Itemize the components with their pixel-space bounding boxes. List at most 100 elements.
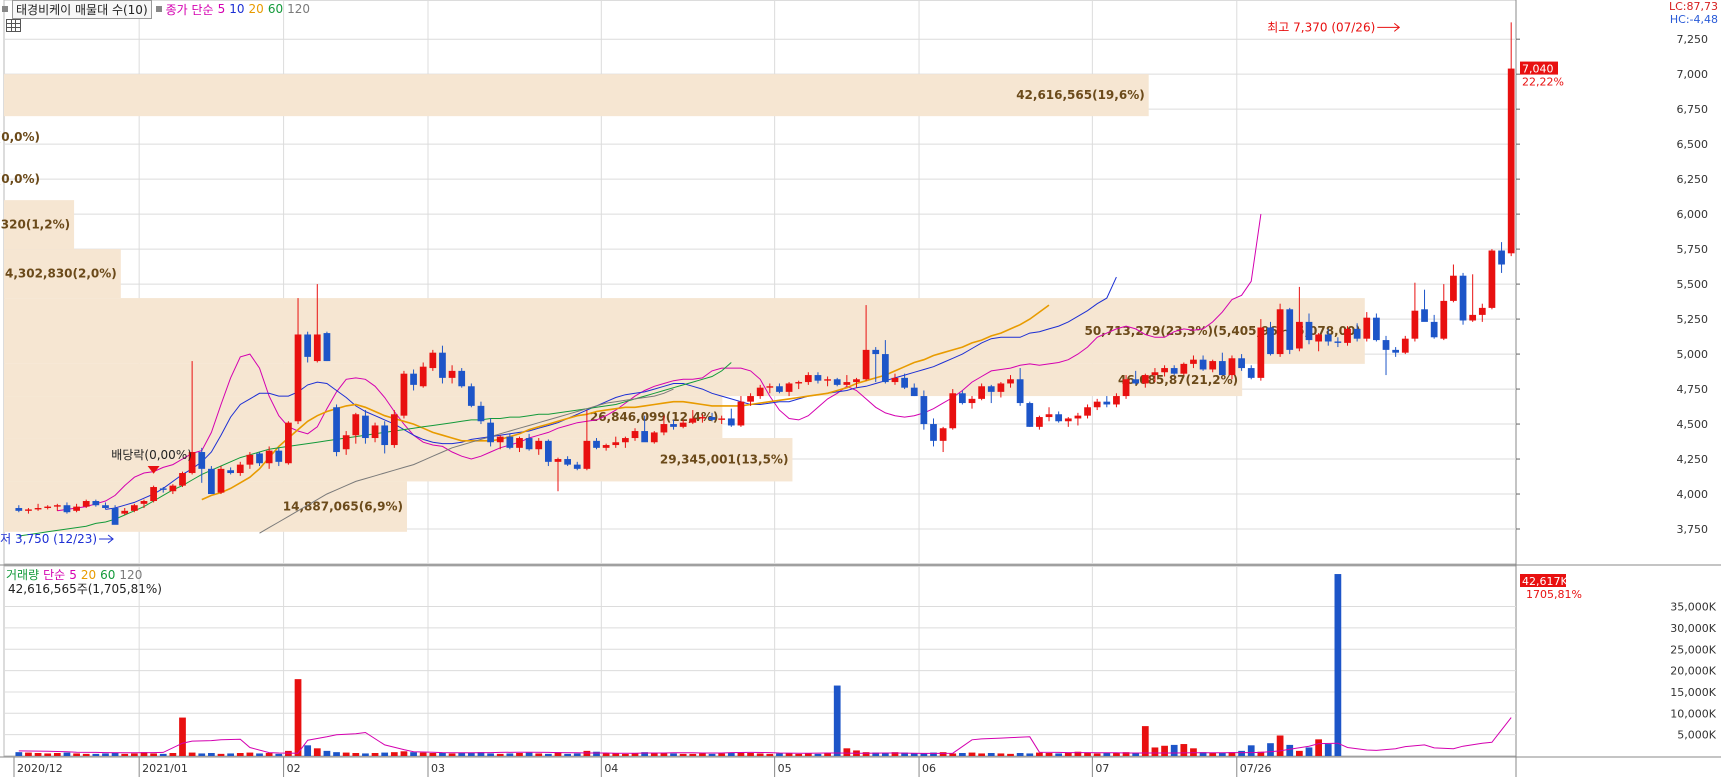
candle-body (824, 379, 831, 381)
table-view-icon[interactable] (6, 19, 21, 32)
candle-body (381, 425, 389, 446)
volume-bar (92, 753, 100, 756)
candle-body (121, 510, 129, 514)
price-tick-label: 3,750 (1677, 523, 1709, 536)
candle-body (34, 508, 42, 510)
volume-bar (612, 753, 620, 756)
volume-bar (737, 752, 745, 756)
time-tick-label: 07/26 (1240, 762, 1272, 775)
volume-bar (150, 753, 157, 756)
ma-period-60: 60 (267, 2, 284, 16)
volume-bar (15, 752, 23, 756)
volume-bar (73, 753, 80, 756)
candle-body (400, 373, 408, 416)
candle-body (525, 438, 533, 450)
volume-bar (34, 753, 42, 756)
candle-body (333, 407, 340, 453)
last-price-label: 7,040 (1522, 63, 1554, 76)
time-tick-label: 04 (604, 762, 618, 775)
volume-bar (1026, 753, 1034, 756)
volume-bar (747, 753, 754, 756)
volume-bar (304, 745, 312, 756)
volume-bar (1295, 750, 1303, 756)
candle-body (631, 431, 639, 439)
volume-profile-label: 0(0,0%) (0, 172, 40, 186)
candle-body (111, 508, 119, 525)
volume-profile-label: 0(0,0%) (0, 130, 40, 144)
candle-body (1141, 375, 1149, 384)
volume-bar (949, 753, 957, 756)
legend-marker-icon (155, 6, 162, 12)
volume-bar (525, 752, 533, 756)
volume-bar (130, 753, 138, 756)
candle-body (1276, 309, 1284, 355)
time-tick-label: 07 (1095, 762, 1109, 775)
candle-body (564, 459, 571, 465)
volume-bar (217, 753, 225, 756)
candle-body (1295, 321, 1303, 349)
candle-body (679, 422, 687, 427)
volume-tick-label: 10,000K (1670, 707, 1716, 720)
candle-body (304, 334, 312, 357)
candle-body (1315, 334, 1322, 342)
volume-bar (381, 752, 389, 756)
volume-bar (766, 753, 774, 756)
price-legend: 태경비케이 매물대 수(10) 종가 단순 5 10 20 60 120 (2, 0, 310, 19)
candle-body (1064, 418, 1072, 422)
hc-value: HC:-4,48 (1669, 13, 1718, 26)
volume-bar (939, 752, 947, 756)
volume-bar (82, 753, 90, 756)
volume-bar (593, 751, 600, 756)
volume-bar (410, 752, 417, 756)
time-tick-label: 2021/01 (142, 762, 188, 775)
volume-bar (776, 753, 783, 756)
candle-body (1382, 340, 1390, 350)
candle-body (458, 370, 466, 387)
candle-body (179, 473, 186, 486)
volume-bar (1180, 744, 1188, 756)
candle-body (583, 440, 591, 469)
candle-body (140, 501, 148, 504)
volume-bar (458, 753, 466, 756)
volume-bar (419, 752, 427, 756)
high-annotation: 최고 7,370 (07/26) (1267, 20, 1375, 34)
volume-bar (1238, 750, 1245, 756)
candle-body (275, 450, 283, 462)
candle-body (1459, 275, 1467, 321)
stock-chart[interactable]: 3,750 4,000 4,250 4,500 4,750 5,000 5,250 5,500… (0, 0, 1721, 777)
price-tick-label: 4,500 (1677, 418, 1709, 431)
candle-body (641, 431, 649, 443)
dividend-annotation: 배당락(0,00%) (111, 448, 192, 462)
price-tick-label: 6,000 (1677, 208, 1709, 221)
candle-body (342, 435, 350, 450)
ma-label: 종가 단순 (165, 2, 214, 17)
candle-body (1286, 309, 1294, 350)
volume-bar (400, 751, 408, 756)
candle-body (708, 417, 716, 420)
last-change-label: 22,22% (1522, 76, 1564, 89)
candle-body (622, 438, 629, 443)
candle-body (833, 379, 841, 385)
candle-body (650, 432, 658, 443)
candle-body (429, 352, 437, 369)
volume-bar (25, 752, 32, 756)
volume-profile-label: 4,302,830(2,0%) (5, 267, 117, 281)
volume-bar (1093, 753, 1101, 756)
candle-body (25, 509, 32, 511)
candle-body (1218, 361, 1226, 376)
volume-bar (1016, 753, 1024, 756)
volume-bar (63, 752, 71, 756)
ma-period-5: 5 (217, 2, 226, 16)
candle-body (997, 383, 1005, 392)
volume-bar (371, 753, 379, 756)
chart-canvas[interactable]: 3,750 4,000 4,250 4,500 4,750 5,000 5,250 5,500… (0, 0, 1721, 777)
candle-body (1450, 275, 1457, 301)
candle-body (978, 386, 986, 399)
indicator-title[interactable]: 태경비케이 매물대 수(10) (12, 0, 152, 19)
candle-body (390, 414, 398, 446)
candle-body (756, 387, 764, 397)
candle-body (15, 508, 23, 511)
candle-body (1344, 328, 1351, 343)
candle-body (1161, 368, 1168, 373)
volume-bar (689, 753, 697, 756)
